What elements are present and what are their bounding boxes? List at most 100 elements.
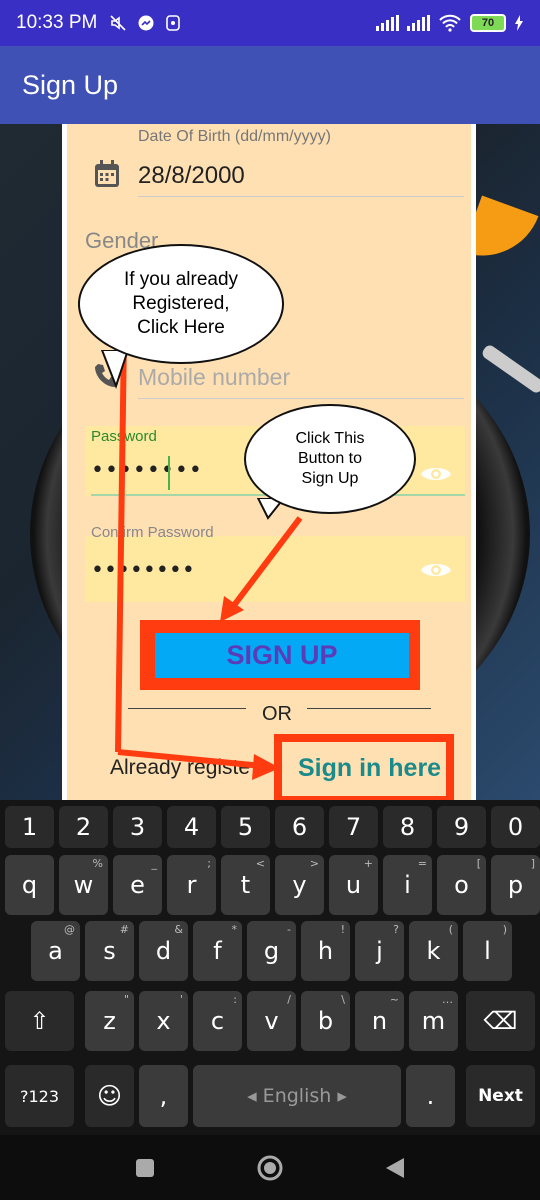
- next-key[interactable]: Next: [466, 1065, 535, 1127]
- key-x[interactable]: x ': [139, 991, 188, 1051]
- dob-underline: [138, 196, 464, 197]
- already-registered-text: Already registe: [110, 756, 251, 779]
- key-w[interactable]: w%: [59, 855, 108, 915]
- symbols-key-label: ?123: [19, 1086, 60, 1106]
- signup-button[interactable]: SIGN UP: [155, 633, 409, 678]
- key-1[interactable]: 1: [5, 806, 54, 848]
- key-5[interactable]: 5: [221, 806, 270, 848]
- key-v[interactable]: v /: [247, 991, 296, 1051]
- key-8[interactable]: 8: [383, 806, 432, 848]
- key-p[interactable]: p]: [491, 855, 540, 915]
- status-bar: 10:33 PM 70: [0, 0, 540, 46]
- key-3-label: 3: [129, 813, 146, 841]
- key-k-alt-label: (: [448, 923, 453, 936]
- key-c[interactable]: c:: [193, 991, 242, 1051]
- key-2-label: 2: [75, 813, 92, 841]
- key-t[interactable]: t <: [221, 855, 270, 915]
- key-a[interactable]: a @: [31, 921, 80, 981]
- key-f-alt-label: *: [231, 923, 238, 936]
- key-b[interactable]: b \: [301, 991, 350, 1051]
- key-g[interactable]: g-: [247, 921, 296, 981]
- mobile-number-input[interactable]: Mobile number: [138, 364, 290, 391]
- comma-key[interactable]: ,: [139, 1065, 188, 1127]
- backspace-key[interactable]: ⌫: [466, 991, 535, 1051]
- key-6[interactable]: 6: [275, 806, 324, 848]
- key-9[interactable]: 9: [437, 806, 486, 848]
- key-j[interactable]: j?: [355, 921, 404, 981]
- show-password-icon[interactable]: [420, 463, 452, 485]
- clock: 10:33 PM: [16, 12, 98, 33]
- key-s-alt-label: #: [119, 923, 129, 936]
- navigation-bar: [0, 1135, 540, 1200]
- key-z[interactable]: z ": [85, 991, 134, 1051]
- key-y[interactable]: y >: [275, 855, 324, 915]
- key-c-alt-label: :: [233, 993, 237, 1006]
- key-k[interactable]: k(: [409, 921, 458, 981]
- emoji-key-label: ☺: [96, 1082, 123, 1110]
- dob-field[interactable]: 28/8/2000: [138, 162, 245, 190]
- annotation-bubble-signup: Click This Button to Sign Up: [244, 404, 416, 514]
- key-q-label: q: [21, 871, 38, 899]
- key-0[interactable]: 0: [491, 806, 540, 848]
- bubble2-line2: Button to: [297, 450, 363, 467]
- notification-icons: [109, 14, 181, 32]
- key-n[interactable]: n ~: [355, 991, 404, 1051]
- annotation-bubble-signin: If you already Registered, Click Here: [78, 244, 284, 364]
- key-n-label: n: [371, 1007, 388, 1035]
- space-key[interactable]: ◂ English ▸: [193, 1065, 401, 1127]
- key-o-alt-label: [: [476, 857, 481, 870]
- key-e[interactable]: e _: [113, 855, 162, 915]
- key-4-label: 4: [183, 813, 200, 841]
- key-m-alt-label: …: [442, 993, 453, 1006]
- key-9-label: 9: [453, 813, 470, 841]
- key-d-label: d: [155, 937, 172, 965]
- recents-button-icon[interactable]: [134, 1157, 156, 1179]
- key-j-alt-label: ?: [393, 923, 399, 936]
- wifi-icon: [439, 14, 461, 32]
- key-7-label: 7: [345, 813, 362, 841]
- period-key[interactable]: .: [406, 1065, 455, 1127]
- key-h[interactable]: h!: [301, 921, 350, 981]
- symbols-key[interactable]: ?123: [5, 1065, 74, 1127]
- space-key-label: ◂ English ▸: [247, 1085, 347, 1107]
- confirm-password-value: ••••••••: [91, 558, 195, 583]
- key-u-alt-label: +: [363, 857, 373, 870]
- emoji-key[interactable]: ☺: [85, 1065, 134, 1127]
- key-f[interactable]: f *: [193, 921, 242, 981]
- key-a-label: a: [48, 937, 63, 965]
- key-m[interactable]: m…: [409, 991, 458, 1051]
- key-g-alt-label: -: [287, 923, 291, 936]
- key-i[interactable]: i =: [383, 855, 432, 915]
- key-v-label: v: [264, 1007, 279, 1035]
- key-8-label: 8: [399, 813, 416, 841]
- key-a-alt-label: @: [64, 923, 75, 936]
- home-button-icon[interactable]: [256, 1154, 284, 1182]
- key-k-label: k: [426, 937, 441, 965]
- key-o[interactable]: o[: [437, 855, 486, 915]
- key-d[interactable]: d &: [139, 921, 188, 981]
- key-3[interactable]: 3: [113, 806, 162, 848]
- key-i-label: i: [404, 871, 411, 899]
- key-0-label: 0: [507, 813, 524, 841]
- key-g-label: g: [263, 937, 280, 965]
- signal-icon-2: [407, 15, 430, 31]
- key-2[interactable]: 2: [59, 806, 108, 848]
- mute-icon: [110, 15, 126, 31]
- key-4[interactable]: 4: [167, 806, 216, 848]
- shift-key[interactable]: ⇧: [5, 991, 74, 1051]
- key-q[interactable]: q: [5, 855, 54, 915]
- key-l[interactable]: l): [463, 921, 512, 981]
- show-confirm-password-icon[interactable]: [420, 559, 452, 581]
- battery-icon: 70: [470, 14, 506, 32]
- key-s[interactable]: s #: [85, 921, 134, 981]
- calendar-icon[interactable]: [94, 160, 120, 188]
- key-u[interactable]: u +: [329, 855, 378, 915]
- key-o-label: o: [454, 871, 469, 899]
- key-r[interactable]: r;: [167, 855, 216, 915]
- key-y-label: y: [292, 871, 307, 899]
- key-7[interactable]: 7: [329, 806, 378, 848]
- signin-link[interactable]: Sign in here: [298, 754, 441, 783]
- system-icons: 70: [376, 14, 524, 32]
- back-button-icon[interactable]: [384, 1156, 406, 1180]
- password-value: ••••••••: [91, 458, 203, 483]
